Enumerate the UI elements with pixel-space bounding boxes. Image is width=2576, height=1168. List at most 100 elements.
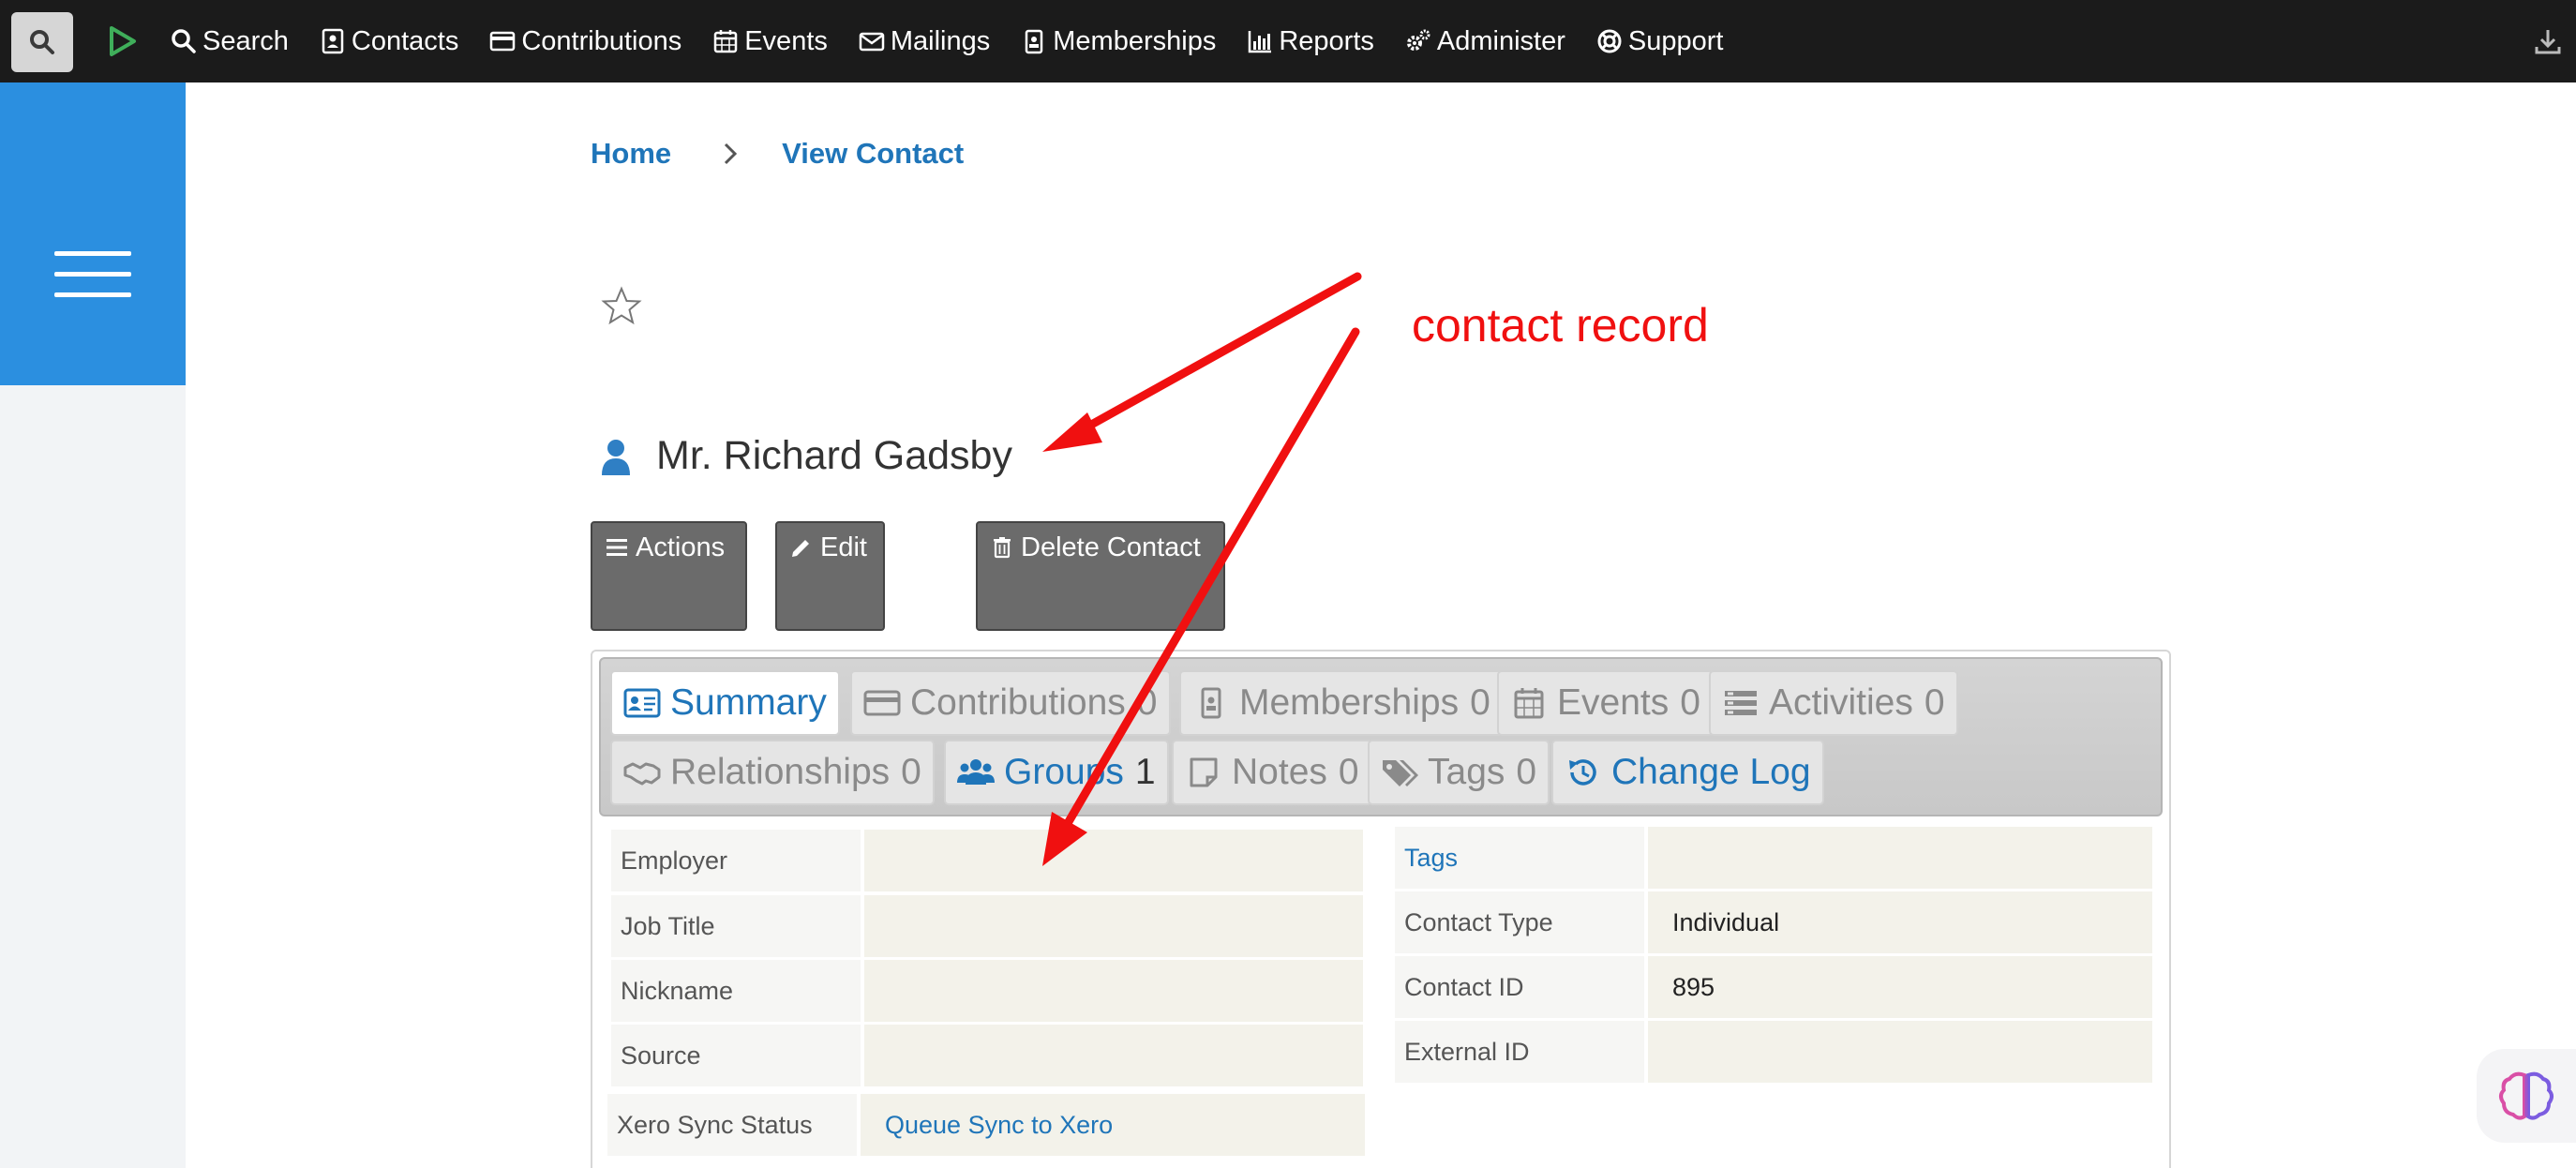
sticky-note-icon xyxy=(1190,757,1218,787)
drawer-strip xyxy=(0,385,186,1168)
field-label: Contact ID xyxy=(1395,956,1644,1018)
envelope-icon xyxy=(859,32,885,52)
breadcrumb-home[interactable]: Home xyxy=(591,137,671,171)
menu-reports[interactable]: Reports xyxy=(1247,0,1389,82)
tab-count: 0 xyxy=(1924,682,1945,723)
hamburger-icon[interactable] xyxy=(54,251,131,298)
history-icon xyxy=(1569,759,1596,786)
tab-label: Groups xyxy=(1004,752,1124,792)
life-ring-icon xyxy=(1597,29,1622,53)
credit-card-icon xyxy=(490,31,516,52)
menu-search[interactable]: Search xyxy=(171,0,304,82)
external-id-value[interactable] xyxy=(1648,1021,2152,1083)
tab-label: Summary xyxy=(670,682,827,723)
tab-memberships[interactable]: Memberships 0 xyxy=(1179,670,1504,736)
tab-count: 0 xyxy=(1516,752,1537,792)
tab-count: 0 xyxy=(1136,682,1158,723)
field-label: Source xyxy=(611,1025,861,1086)
handshake-icon xyxy=(623,762,661,786)
calendar-icon xyxy=(713,30,738,53)
tab-count: 0 xyxy=(1470,682,1490,723)
menu-label: Contacts xyxy=(351,25,459,56)
users-icon xyxy=(957,759,995,785)
tasks-icon xyxy=(1725,691,1757,715)
contact-heading: Mr. Richard Gadsby xyxy=(600,433,1012,479)
quick-search-button[interactable] xyxy=(11,12,73,72)
play-icon[interactable] xyxy=(105,24,139,58)
tab-activities[interactable]: Activities 0 xyxy=(1709,670,1958,736)
tab-label: Relationships xyxy=(670,752,891,792)
menu-label: Events xyxy=(744,25,828,56)
assistant-brain-icon[interactable] xyxy=(2477,1049,2576,1143)
tags-value[interactable] xyxy=(1648,827,2152,889)
tab-summary[interactable]: Summary xyxy=(610,670,840,736)
trash-icon xyxy=(994,537,1011,559)
job-title-value[interactable] xyxy=(864,895,1363,957)
field-label: Job Title xyxy=(611,895,861,957)
menu-administer[interactable]: Administer xyxy=(1405,0,1580,82)
menu-events[interactable]: Events xyxy=(712,0,843,82)
contact-name: Mr. Richard Gadsby xyxy=(656,433,1012,478)
pencil-icon xyxy=(792,540,809,557)
menu-contacts[interactable]: Contacts xyxy=(320,0,473,82)
tab-label: Memberships xyxy=(1239,682,1460,723)
tab-notes[interactable]: Notes 0 xyxy=(1172,740,1372,805)
gears-icon xyxy=(1406,29,1430,51)
tab-groups[interactable]: Groups 1 xyxy=(944,740,1169,805)
bars-icon xyxy=(607,539,627,556)
contact-card-icon xyxy=(322,28,344,54)
id-badge-icon xyxy=(1201,687,1221,719)
tab-count: 0 xyxy=(901,752,921,792)
employer-value[interactable] xyxy=(864,830,1363,891)
edit-button[interactable]: Edit xyxy=(775,521,885,631)
tab-events[interactable]: Events 0 xyxy=(1497,670,1714,736)
tags-icon xyxy=(1383,760,1418,786)
star-icon[interactable] xyxy=(600,285,643,328)
tab-label: Contributions xyxy=(910,682,1126,723)
tab-contributions[interactable]: Contributions 0 xyxy=(850,670,1171,736)
menu-support[interactable]: Support xyxy=(1596,0,1739,82)
menu-label: Search xyxy=(202,25,289,56)
search-icon xyxy=(30,30,54,54)
menu-label: Mailings xyxy=(890,25,991,56)
nickname-value[interactable] xyxy=(864,960,1363,1022)
menu-mailings[interactable]: Mailings xyxy=(859,0,1005,82)
tab-change-log[interactable]: Change Log xyxy=(1551,740,1824,805)
tab-label: Notes xyxy=(1232,752,1327,792)
contact-id-value: 895 xyxy=(1648,956,2152,1018)
breadcrumb: Home View Contact xyxy=(591,137,964,171)
tab-tags[interactable]: Tags 0 xyxy=(1368,740,1550,805)
menu-label: Memberships xyxy=(1053,25,1217,56)
source-value[interactable] xyxy=(864,1025,1363,1086)
id-badge-icon xyxy=(1026,29,1043,54)
contact-type-value: Individual xyxy=(1648,891,2152,953)
tags-link[interactable]: Tags xyxy=(1395,827,1644,889)
tab-label: Tags xyxy=(1428,752,1505,792)
tab-label: Activities xyxy=(1769,682,1913,723)
field-label: Contact Type xyxy=(1395,891,1644,953)
main-menu: Search Contacts Contributions Events Mai… xyxy=(171,0,1754,82)
tab-count: 0 xyxy=(1338,752,1359,792)
tab-count: 1 xyxy=(1134,752,1156,792)
brain-icon xyxy=(2499,1071,2554,1120)
download-icon[interactable] xyxy=(2533,26,2563,56)
menu-label: Reports xyxy=(1279,25,1374,56)
tab-relationships[interactable]: Relationships 0 xyxy=(610,740,935,805)
address-card-icon xyxy=(623,688,661,718)
field-label: External ID xyxy=(1395,1021,1644,1083)
delete-contact-button[interactable]: Delete Contact xyxy=(976,521,1225,631)
drawer-toggle[interactable] xyxy=(0,82,186,385)
breadcrumb-current[interactable]: View Contact xyxy=(782,137,964,171)
menu-label: Administer xyxy=(1436,25,1565,56)
menu-memberships[interactable]: Memberships xyxy=(1021,0,1231,82)
menu-contributions[interactable]: Contributions xyxy=(489,0,696,82)
queue-sync-link[interactable]: Queue Sync to Xero xyxy=(861,1094,1365,1156)
tab-label: Change Log xyxy=(1611,752,1811,792)
field-label: Employer xyxy=(611,830,861,891)
field-label: Nickname xyxy=(611,960,861,1022)
chevron-right-icon xyxy=(725,142,738,165)
actions-label: Actions xyxy=(636,532,726,562)
top-nav-bar: Search Contacts Contributions Events Mai… xyxy=(0,0,2576,82)
search-icon xyxy=(172,29,196,53)
actions-button[interactable]: Actions xyxy=(591,521,747,631)
